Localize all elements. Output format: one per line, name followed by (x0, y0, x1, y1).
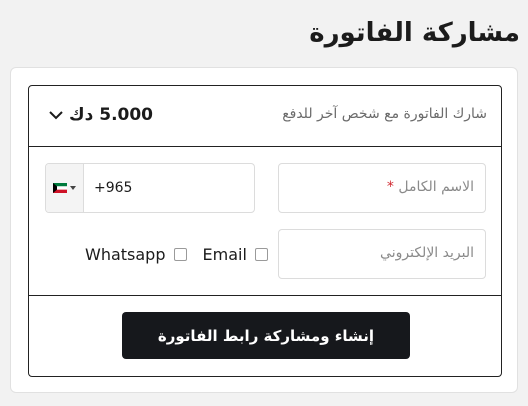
amount-toggle[interactable]: 5.000 دك (49, 105, 153, 125)
full-name-placeholder: الاسم الكامل * (385, 179, 474, 195)
page-title: مشاركة الفاتورة (309, 18, 520, 48)
share-header[interactable]: شارك الفاتورة مع شخص آخر للدفع 5.000 دك (29, 86, 501, 147)
full-name-field[interactable]: الاسم الكامل * (278, 163, 486, 213)
email-option[interactable]: Email (203, 245, 268, 264)
phone-field[interactable]: +965 (45, 163, 255, 213)
chevron-down-icon (49, 110, 63, 119)
share-description: شارك الفاتورة مع شخص آخر للدفع (282, 106, 487, 122)
create-share-link-button[interactable]: إنشاء ومشاركة رابط الفاتورة (122, 312, 410, 359)
divider (29, 295, 501, 296)
email-placeholder: البريد الإلكتروني (380, 245, 474, 261)
whatsapp-label: Whatsapp (85, 245, 166, 264)
share-invoice-panel: شارك الفاتورة مع شخص آخر للدفع 5.000 دك … (28, 85, 502, 377)
email-checkbox[interactable] (254, 248, 268, 261)
whatsapp-checkbox[interactable] (173, 248, 187, 261)
send-options: Whatsapp Email (85, 245, 268, 264)
email-label: Email (202, 245, 247, 264)
full-name-placeholder-text: الاسم الكامل (398, 179, 474, 195)
kuwait-flag-icon (53, 183, 67, 193)
phone-input[interactable]: +965 (84, 164, 132, 212)
invoice-amount: 5.000 دك (69, 105, 154, 125)
required-marker: * (386, 179, 394, 195)
caret-down-icon (70, 186, 76, 190)
email-field[interactable]: البريد الإلكتروني (278, 229, 486, 279)
country-code-select[interactable] (46, 164, 84, 212)
whatsapp-option[interactable]: Whatsapp (85, 245, 187, 264)
